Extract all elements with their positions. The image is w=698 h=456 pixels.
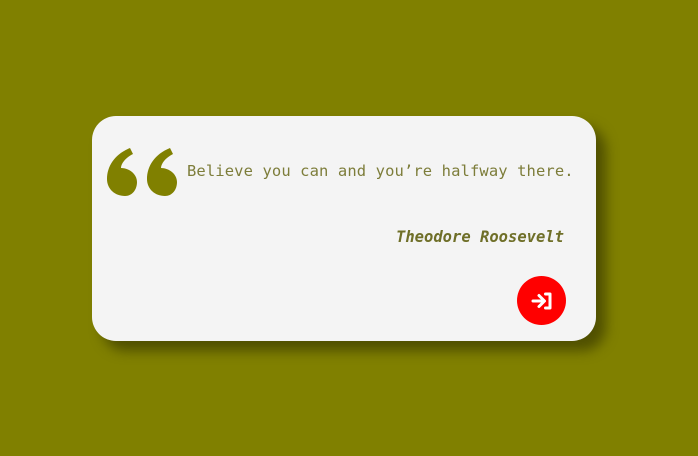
sign-in-icon bbox=[531, 292, 551, 309]
quote-left-icon bbox=[107, 148, 177, 196]
quote-author: Theodore Roosevelt bbox=[396, 228, 564, 246]
quote-card: Believe you can and you’re halfway there… bbox=[92, 116, 596, 341]
quote-text: Believe you can and you’re halfway there… bbox=[187, 162, 574, 180]
sign-in-button[interactable] bbox=[517, 276, 566, 325]
